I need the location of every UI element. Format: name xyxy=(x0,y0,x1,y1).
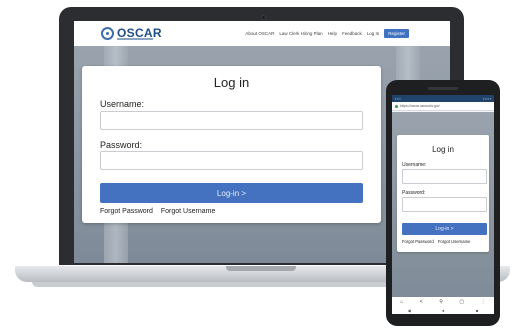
webcam xyxy=(262,16,265,19)
phone-login-card: Log in Username: Password: Log-in > Forg… xyxy=(397,135,489,252)
phone-password-input[interactable] xyxy=(402,197,487,212)
forgot-username-link[interactable]: Forgot Username xyxy=(161,208,215,215)
site-header: OSCAR About OSCAR Law Clerk Hiring Plan … xyxy=(74,21,450,46)
username-input[interactable] xyxy=(100,111,363,130)
lock-icon xyxy=(395,104,398,108)
forgot-password-link[interactable]: Forgot Password xyxy=(100,208,153,215)
main-nav: About OSCAR Law Clerk Hiring Plan Help F… xyxy=(245,21,450,46)
login-card: Log in Username: Password: Log-in > Forg… xyxy=(82,66,381,223)
nav-about[interactable]: About OSCAR xyxy=(245,31,274,36)
phone-username-label: Username: xyxy=(402,162,427,168)
recents-icon[interactable]: ■ xyxy=(476,308,478,313)
nav-feedback[interactable]: Feedback xyxy=(342,31,362,36)
back-icon[interactable]: ◀ xyxy=(408,308,411,313)
login-title: Log in xyxy=(213,75,250,90)
phone-username-input[interactable] xyxy=(402,169,487,184)
phone-login-button[interactable]: Log-in > xyxy=(402,223,487,235)
phone-password-label: Password: xyxy=(402,190,426,196)
status-icons-left: ▪ ▪ ▪ xyxy=(395,96,401,101)
home-icon[interactable]: ⌂ xyxy=(400,299,403,305)
logo-tagline xyxy=(117,38,153,40)
phone-system-nav: ◀ ● ■ xyxy=(392,307,494,314)
nav-hiring-plan[interactable]: Law Clerk Hiring Plan xyxy=(279,31,322,36)
phone-url[interactable]: https://oscar.uscourts.gov xyxy=(400,104,440,108)
register-button[interactable]: Register xyxy=(384,29,409,38)
menu-icon[interactable]: ⋮ xyxy=(481,299,486,305)
phone-speaker xyxy=(428,87,458,90)
phone-screen: ▪ ▪ ▪ ▪ ▪ ▪ ▪ https://oscar.uscourts.gov… xyxy=(392,95,494,314)
phone-forgot-links: Forgot Password Forgot Username xyxy=(402,239,473,244)
forgot-links: Forgot Password Forgot Username xyxy=(100,208,221,215)
oscar-seal-icon xyxy=(101,27,114,40)
phone-address-bar[interactable]: https://oscar.uscourts.gov xyxy=(392,102,494,111)
phone-forgot-username-link[interactable]: Forgot Username xyxy=(438,239,471,244)
phone-browser-toolbar: ⌂ < ⚲ ▢ ⋮ xyxy=(392,297,494,307)
password-label: Password: xyxy=(100,140,143,150)
laptop-notch xyxy=(226,266,296,271)
username-label: Username: xyxy=(100,99,145,109)
login-button[interactable]: Log-in > xyxy=(100,183,363,203)
phone-status-bar: ▪ ▪ ▪ ▪ ▪ ▪ ▪ xyxy=(392,95,494,102)
share-icon[interactable]: < xyxy=(420,299,423,305)
nav-login[interactable]: Log In xyxy=(367,31,380,36)
tabs-icon[interactable]: ▢ xyxy=(459,299,464,305)
home-circle-icon[interactable]: ● xyxy=(442,308,444,313)
nav-help[interactable]: Help xyxy=(328,31,337,36)
phone-forgot-password-link[interactable]: Forgot Password xyxy=(402,239,434,244)
password-input[interactable] xyxy=(100,151,363,170)
phone-login-title: Log in xyxy=(432,145,454,154)
status-icons-right: ▪ ▪ ▪ ▪ xyxy=(483,96,491,101)
search-icon[interactable]: ⚲ xyxy=(439,299,443,305)
